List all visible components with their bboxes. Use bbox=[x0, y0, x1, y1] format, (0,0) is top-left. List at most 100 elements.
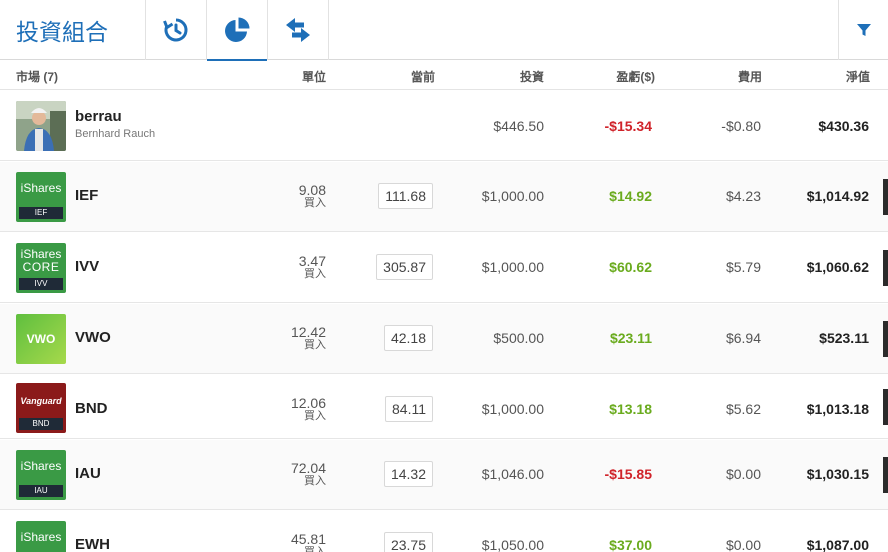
tab-transactions[interactable] bbox=[268, 0, 329, 60]
row-ticker[interactable]: IVV bbox=[75, 258, 99, 275]
row-action-label: 買入 bbox=[304, 339, 326, 351]
row-fees: $0.00 bbox=[725, 537, 761, 552]
row-invested: $1,000.00 bbox=[481, 259, 544, 275]
row-invested: $1,000.00 bbox=[481, 188, 544, 204]
row-fees: $5.62 bbox=[725, 401, 761, 417]
row-current-price[interactable]: 305.87 bbox=[376, 254, 433, 280]
column-header-fees[interactable]: 費用 bbox=[738, 68, 762, 85]
page-title: 投資組合 bbox=[0, 0, 146, 60]
row-value: $1,030.15 bbox=[806, 466, 869, 482]
vwo-logo: VWO bbox=[16, 314, 66, 364]
column-header-invested[interactable]: 投資 bbox=[520, 68, 544, 85]
column-header-units[interactable]: 單位 bbox=[302, 68, 326, 85]
row-pl: $60.62 bbox=[609, 259, 652, 275]
column-header-pl[interactable]: 盈虧($) bbox=[616, 68, 655, 85]
row-invested: $1,046.00 bbox=[481, 466, 544, 482]
row-fees: $6.94 bbox=[725, 330, 761, 346]
row-ticker[interactable]: BND bbox=[75, 400, 108, 417]
row-ticker[interactable]: IEF bbox=[75, 187, 98, 204]
tab-allocation[interactable] bbox=[207, 0, 268, 61]
row-units-value: 12.42 bbox=[290, 324, 326, 340]
table-row[interactable]: VWO VWO 12.42 買入 42.18 $500.00 $23.11 $6.… bbox=[0, 304, 888, 374]
logo-brand-text: iShares bbox=[20, 181, 62, 195]
row-units-value: 45.81 bbox=[290, 531, 326, 547]
user-fees: -$0.80 bbox=[721, 118, 761, 134]
row-action-edge[interactable] bbox=[883, 321, 888, 357]
row-fees: $0.00 bbox=[725, 466, 761, 482]
ewh-logo: iShares bbox=[16, 521, 66, 552]
user-row[interactable]: berrau Bernhard Rauch $446.50 -$15.34 -$… bbox=[0, 91, 888, 161]
logo-brand-text: iShares bbox=[20, 247, 62, 261]
row-units: 9.08 買入 bbox=[299, 182, 326, 209]
iau-logo: iShares IAU bbox=[16, 450, 66, 500]
row-units-value: 9.08 bbox=[298, 182, 326, 198]
row-action-label: 買入 bbox=[304, 546, 326, 552]
filter-button[interactable] bbox=[838, 0, 888, 60]
row-current-price[interactable]: 84.11 bbox=[385, 396, 433, 422]
column-header-row: 市場 (7) 單位 當前 投資 盈虧($) 費用 淨值 bbox=[0, 60, 888, 90]
row-action-edge[interactable] bbox=[883, 250, 888, 286]
row-current-price[interactable]: 23.75 bbox=[383, 532, 433, 552]
row-action-edge[interactable] bbox=[883, 179, 888, 215]
logo-ticker-tag: IVV bbox=[19, 278, 63, 290]
row-current-price[interactable]: 111.68 bbox=[378, 183, 433, 209]
row-ticker[interactable]: IAU bbox=[75, 465, 101, 482]
logo-ticker-tag: IAU bbox=[19, 485, 63, 497]
table-row[interactable]: iShares IAU IAU 72.04 買入 14.32 $1,046.00 … bbox=[0, 440, 888, 510]
row-action-label: 買入 bbox=[304, 475, 326, 487]
row-action-edge[interactable] bbox=[883, 457, 888, 493]
logo-brand-text: VWO bbox=[26, 332, 56, 346]
avatar bbox=[16, 101, 66, 151]
top-bar: 投資組合 bbox=[0, 0, 888, 61]
table-row[interactable]: iShares CORE IVV IVV 3.47 買入 305.87 $1,00… bbox=[0, 233, 888, 303]
filter-icon bbox=[856, 24, 871, 36]
row-current-price[interactable]: 14.32 bbox=[383, 461, 433, 487]
row-action-edge[interactable] bbox=[883, 389, 888, 425]
table-row[interactable]: iShares IEF IEF 9.08 買入 111.68 $1,000.00 … bbox=[0, 162, 888, 232]
logo-ticker-tag: IEF bbox=[19, 207, 63, 219]
row-current-price[interactable]: 42.18 bbox=[383, 325, 433, 351]
user-pl: -$15.34 bbox=[604, 118, 652, 134]
column-header-current[interactable]: 當前 bbox=[411, 68, 435, 85]
logo-brand-subtext: CORE bbox=[22, 260, 60, 274]
row-fees: $4.23 bbox=[725, 188, 761, 204]
row-action-label: 買入 bbox=[304, 410, 326, 422]
history-icon bbox=[163, 18, 188, 42]
logo-brand-text: iShares bbox=[20, 459, 62, 473]
row-value: $523.11 bbox=[819, 330, 869, 346]
table-row[interactable]: iShares EWH 45.81 買入 23.75 $1,050.00 $37.… bbox=[0, 511, 888, 552]
row-units: 72.04 買入 bbox=[291, 460, 326, 487]
row-invested: $1,000.00 bbox=[481, 401, 544, 417]
row-value: $1,014.92 bbox=[806, 188, 869, 204]
row-value: $1,013.18 bbox=[806, 401, 869, 417]
row-units: 12.42 買入 bbox=[291, 324, 326, 351]
column-header-value[interactable]: 淨值 bbox=[846, 68, 870, 85]
row-pl: $37.00 bbox=[609, 537, 652, 552]
row-invested: $500.00 bbox=[493, 330, 544, 346]
column-header-market[interactable]: 市場 (7) bbox=[16, 68, 58, 85]
swap-arrows-icon bbox=[286, 18, 310, 42]
row-ticker[interactable]: EWH bbox=[75, 536, 110, 552]
logo-ticker-tag: BND bbox=[19, 418, 63, 430]
user-fullname: Bernhard Rauch bbox=[75, 128, 156, 140]
row-value: $1,060.62 bbox=[806, 259, 869, 275]
user-value: $430.36 bbox=[818, 118, 869, 134]
bnd-logo: Vanguard BND bbox=[16, 383, 66, 433]
avatar-photo bbox=[16, 101, 66, 151]
row-action-label: 買入 bbox=[304, 197, 326, 209]
row-units: 12.06 買入 bbox=[291, 395, 326, 422]
row-ticker[interactable]: VWO bbox=[75, 329, 111, 346]
row-units-value: 72.04 bbox=[290, 460, 326, 476]
user-invested: $446.50 bbox=[493, 118, 544, 134]
row-action-label: 買入 bbox=[304, 268, 326, 280]
row-pl: $13.18 bbox=[609, 401, 652, 417]
row-pl: $14.92 bbox=[609, 188, 652, 204]
row-units-value: 3.47 bbox=[298, 253, 326, 269]
row-pl: $23.11 bbox=[609, 330, 652, 346]
row-units: 3.47 買入 bbox=[299, 253, 326, 280]
row-value: $1,087.00 bbox=[806, 537, 869, 552]
table-row[interactable]: Vanguard BND BND 12.06 買入 84.11 $1,000.00… bbox=[0, 375, 888, 439]
row-units-value: 12.06 bbox=[290, 395, 326, 411]
tab-history[interactable] bbox=[146, 0, 207, 60]
